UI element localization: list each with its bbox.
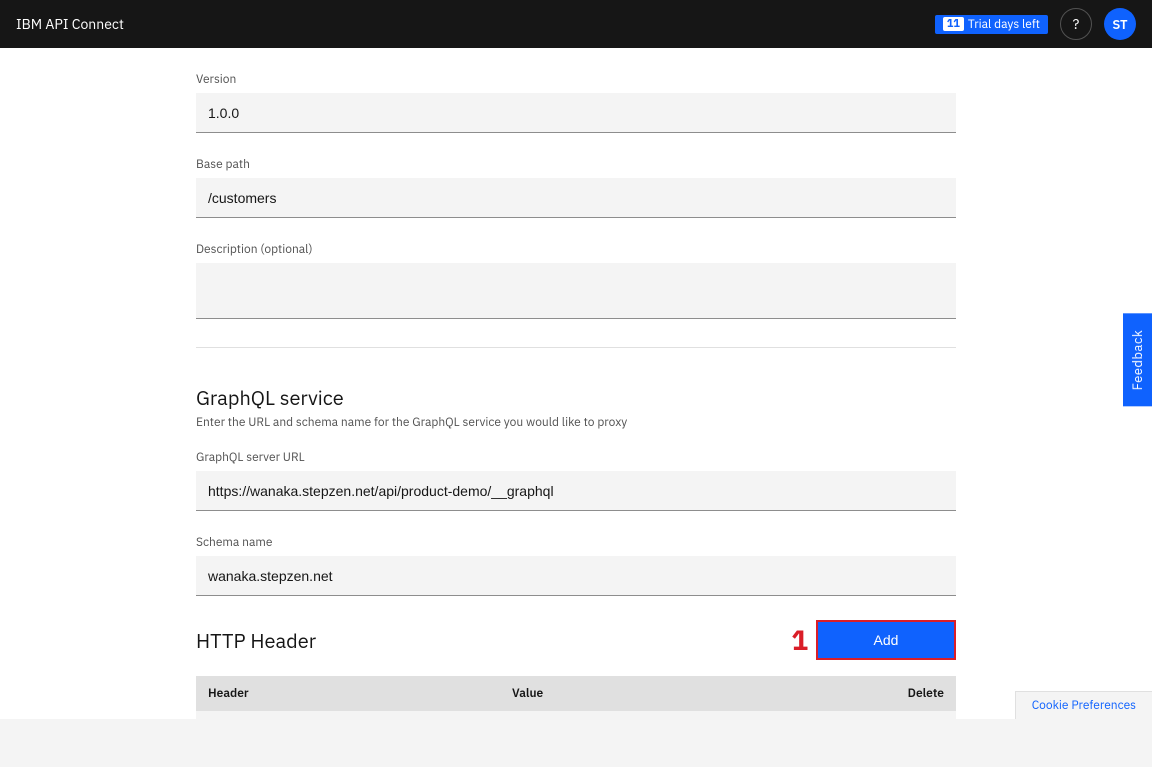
avatar[interactable]: ST — [1104, 8, 1136, 40]
graphql-url-group: GraphQL server URL — [196, 450, 956, 511]
table-body: 2 3 — [196, 711, 956, 719]
http-header-title: HTTP Header — [196, 627, 316, 654]
trial-days: 11 — [943, 17, 964, 31]
col-delete: Delete — [880, 676, 956, 711]
description-group: Description (optional) — [196, 242, 956, 323]
help-icon: ? — [1073, 15, 1080, 33]
app-title: IBM API Connect — [16, 15, 124, 33]
step1-annotation: 1 — [791, 626, 808, 654]
table-row: 2 3 — [196, 711, 956, 719]
main-content: Version Base path Description (optional)… — [0, 48, 1152, 719]
table-header-row: Header Value Delete — [196, 676, 956, 711]
header-table: Header Value Delete 2 — [196, 676, 956, 719]
feedback-label: Feedback — [1129, 329, 1146, 390]
schema-name-label: Schema name — [196, 535, 956, 550]
header-cell: 2 — [196, 711, 500, 719]
value-cell — [500, 711, 880, 719]
trial-label: Trial days left — [968, 17, 1040, 32]
graphql-section: GraphQL service Enter the URL and schema… — [196, 368, 956, 596]
cookie-pref-label: Cookie Preferences — [1032, 698, 1136, 713]
base-path-label: Base path — [196, 157, 956, 172]
version-label: Version — [196, 72, 956, 87]
feedback-tab[interactable]: Feedback — [1123, 313, 1152, 406]
description-input[interactable] — [196, 263, 956, 319]
topbar-right: 11 Trial days left ? ST — [935, 8, 1136, 40]
http-header-top: HTTP Header 1 Add — [196, 620, 956, 660]
delete-cell: 3 — [880, 711, 956, 719]
topbar: IBM API Connect 11 Trial days left ? ST — [0, 0, 1152, 48]
help-button[interactable]: ? — [1060, 8, 1092, 40]
description-label: Description (optional) — [196, 242, 956, 257]
col-value: Value — [500, 676, 880, 711]
add-button[interactable]: Add — [816, 620, 956, 660]
topbar-left: IBM API Connect — [16, 15, 124, 33]
schema-name-group: Schema name — [196, 535, 956, 596]
graphql-section-desc: Enter the URL and schema name for the Gr… — [196, 415, 956, 430]
base-path-group: Base path — [196, 157, 956, 218]
graphql-url-label: GraphQL server URL — [196, 450, 956, 465]
graphql-section-title: GraphQL service — [196, 368, 956, 411]
trial-badge: 11 Trial days left — [935, 15, 1048, 34]
col-header: Header — [196, 676, 500, 711]
cookie-preferences[interactable]: Cookie Preferences — [1015, 691, 1152, 719]
version-input[interactable] — [196, 93, 956, 133]
http-header-section: HTTP Header 1 Add Header Value Delete — [196, 620, 956, 719]
form-container: Version Base path Description (optional)… — [156, 48, 996, 719]
table-header: Header Value Delete — [196, 676, 956, 711]
avatar-initials: ST — [1112, 16, 1127, 33]
version-group: Version — [196, 72, 956, 133]
divider-1 — [196, 347, 956, 348]
schema-name-input[interactable] — [196, 556, 956, 596]
add-button-area: 1 Add — [791, 620, 956, 660]
base-path-input[interactable] — [196, 178, 956, 218]
graphql-url-input[interactable] — [196, 471, 956, 511]
